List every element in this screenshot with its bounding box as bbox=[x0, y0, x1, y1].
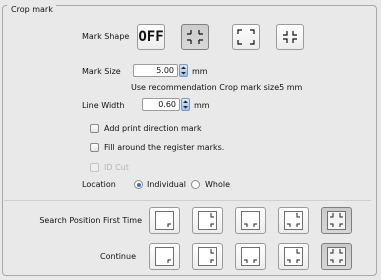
mark-bottom-right-icon bbox=[167, 223, 171, 227]
continue-pos-four-corners-button[interactable] bbox=[321, 243, 352, 270]
mark-three-corners-icon bbox=[287, 249, 300, 263]
mark-four-corners-icon bbox=[330, 213, 343, 227]
first-time-pos-three-corners-button[interactable] bbox=[278, 207, 309, 234]
mark-shape-off-button[interactable]: OFF bbox=[137, 24, 165, 50]
mark-size-unit: mm bbox=[192, 67, 208, 76]
inner-corner-crop-mark-icon bbox=[283, 31, 297, 43]
print-direction-checkbox[interactable] bbox=[90, 124, 99, 133]
location-whole-label: Whole bbox=[205, 180, 231, 189]
page-icon bbox=[327, 247, 346, 266]
group-title: Crop mark bbox=[7, 5, 56, 15]
corner-crop-mark-icon bbox=[237, 29, 255, 45]
mark-shape-label: Mark Shape bbox=[82, 32, 130, 41]
id-cut-checkbox[interactable] bbox=[90, 163, 99, 172]
page-icon bbox=[155, 211, 174, 230]
line-width-input[interactable]: 0.60 bbox=[142, 98, 180, 111]
continue-pos-top-right-bottom-right-button[interactable] bbox=[192, 243, 223, 270]
mark-right-side-icon bbox=[210, 249, 214, 263]
id-cut-label: ID Cut bbox=[104, 163, 129, 172]
continue-pos-bottom-both-button[interactable] bbox=[235, 243, 266, 270]
first-time-pos-bottom-both-button[interactable] bbox=[235, 207, 266, 234]
spinner-arrows-icon bbox=[183, 100, 188, 109]
mark-size-input[interactable]: 5.00 bbox=[133, 64, 178, 77]
search-position-first-time-label: Search Position First Time bbox=[39, 216, 142, 225]
first-time-pos-top-right-bottom-right-button[interactable] bbox=[192, 207, 223, 234]
location-whole-radio[interactable] bbox=[191, 180, 200, 189]
page-icon bbox=[284, 211, 303, 230]
first-time-pos-four-corners-button[interactable] bbox=[321, 207, 352, 234]
location-individual-radio[interactable] bbox=[134, 180, 143, 189]
print-direction-label: Add print direction mark bbox=[104, 124, 202, 133]
mark-right-side-icon bbox=[210, 213, 214, 227]
line-width-spinner[interactable] bbox=[181, 98, 190, 111]
mark-bottom-side-icon bbox=[244, 223, 257, 227]
mark-size-recommendation: Use recommendation Crop mark size5 mm bbox=[131, 83, 303, 92]
page-icon bbox=[241, 211, 260, 230]
mark-bottom-right-icon bbox=[167, 259, 171, 263]
page-icon bbox=[284, 247, 303, 266]
line-width-label: Line Width bbox=[82, 101, 125, 110]
mark-shape-japanese-button[interactable] bbox=[181, 24, 209, 50]
mark-three-corners-icon bbox=[287, 213, 300, 227]
crop-mark-panel: Crop mark Mark Shape OFF Mark Size 5.00 … bbox=[0, 0, 381, 280]
page-icon bbox=[198, 211, 217, 230]
fill-register-checkbox[interactable] bbox=[90, 143, 99, 152]
search-position-continue-label: Continue bbox=[100, 252, 136, 261]
radio-selected-dot bbox=[136, 182, 141, 187]
japanese-crop-mark-icon bbox=[187, 30, 203, 44]
spinner-arrows-icon bbox=[181, 66, 186, 75]
mark-four-corners-icon bbox=[330, 249, 343, 263]
page-icon bbox=[327, 211, 346, 230]
page-icon bbox=[155, 247, 174, 266]
fill-register-label: Fill around the register marks. bbox=[104, 143, 225, 152]
continue-pos-three-corners-button[interactable] bbox=[278, 243, 309, 270]
page-icon bbox=[198, 247, 217, 266]
mark-size-label: Mark Size bbox=[82, 67, 121, 76]
page-icon bbox=[241, 247, 260, 266]
off-label: OFF bbox=[138, 29, 164, 45]
mark-bottom-side-icon bbox=[244, 259, 257, 263]
location-individual-label: Individual bbox=[147, 180, 186, 189]
line-width-unit: mm bbox=[194, 101, 210, 110]
location-label: Location bbox=[82, 180, 116, 189]
mark-size-spinner[interactable] bbox=[179, 64, 188, 77]
mark-shape-corner-button[interactable] bbox=[232, 24, 260, 50]
continue-pos-bottom-right-button[interactable] bbox=[149, 243, 180, 270]
first-time-pos-bottom-right-button[interactable] bbox=[149, 207, 180, 234]
mark-shape-inner-corner-button[interactable] bbox=[276, 24, 304, 50]
